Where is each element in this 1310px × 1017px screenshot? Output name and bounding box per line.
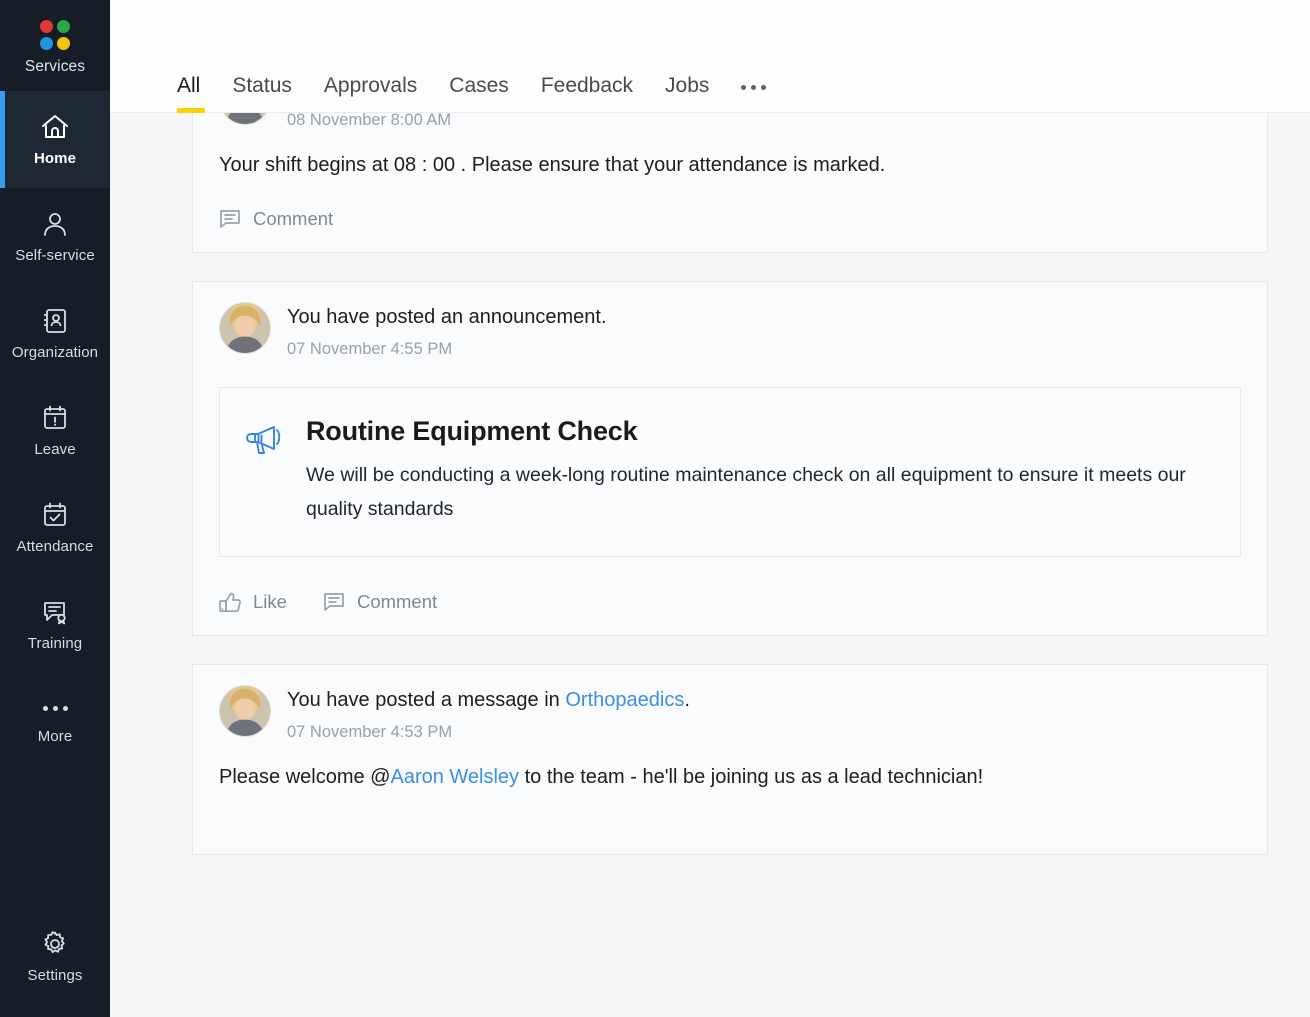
tabbar: All Status Approvals Cases Feedback Jobs bbox=[110, 0, 1310, 113]
post-header-text: You have posted an announcement. 07 Nove… bbox=[287, 302, 607, 361]
thumbs-up-icon bbox=[219, 592, 241, 613]
brand-services[interactable]: Services bbox=[0, 0, 110, 91]
like-button[interactable]: Like bbox=[219, 591, 287, 613]
sidebar-item-label: Home bbox=[34, 150, 76, 167]
sidebar-item-training[interactable]: Training bbox=[0, 576, 110, 673]
announcement-title: Routine Equipment Check bbox=[306, 416, 1210, 447]
post-header: Reminder for check-in 08 November 8:00 A… bbox=[193, 113, 1267, 136]
sidebar-item-self-service[interactable]: Self-service bbox=[0, 188, 110, 285]
tab-approvals[interactable]: Approvals bbox=[308, 75, 433, 112]
tab-feedback[interactable]: Feedback bbox=[525, 75, 649, 112]
post-actions: Comment bbox=[193, 182, 1267, 252]
avatar[interactable] bbox=[219, 302, 271, 354]
tab-cases[interactable]: Cases bbox=[433, 75, 525, 112]
comment-button[interactable]: Comment bbox=[323, 591, 437, 613]
comment-icon bbox=[219, 209, 241, 229]
post-body: Your shift begins at 08 : 00 . Please en… bbox=[193, 136, 1267, 182]
sidebar-item-more[interactable]: More bbox=[0, 673, 110, 770]
main-content: All Status Approvals Cases Feedback Jobs bbox=[110, 0, 1310, 1017]
post-timestamp: 07 November 4:53 PM bbox=[287, 721, 690, 744]
avatar[interactable] bbox=[219, 685, 271, 737]
post-timestamp: 08 November 8:00 AM bbox=[287, 113, 483, 132]
action-label: Like bbox=[253, 591, 287, 613]
tab-overflow-button[interactable] bbox=[725, 85, 782, 112]
post-actions: Like Comment bbox=[193, 565, 1267, 635]
group-link-orthopaedics[interactable]: Orthopaedics bbox=[565, 689, 684, 711]
tab-label: Jobs bbox=[665, 74, 709, 97]
feed-list: Reminder for check-in 08 November 8:00 A… bbox=[110, 113, 1310, 883]
comment-button[interactable]: Comment bbox=[219, 208, 333, 230]
ellipsis-icon bbox=[741, 85, 766, 90]
feed-scroll-region[interactable]: Reminder for check-in 08 November 8:00 A… bbox=[110, 113, 1310, 1017]
feed-post-reminder: Reminder for check-in 08 November 8:00 A… bbox=[192, 113, 1268, 253]
post-header: You have posted a message in Orthopaedic… bbox=[193, 665, 1267, 748]
sidebar-item-label: Leave bbox=[34, 441, 75, 458]
training-icon bbox=[41, 598, 69, 626]
action-label: Comment bbox=[253, 208, 333, 230]
announcement-text-block: Routine Equipment Check We will be condu… bbox=[306, 416, 1210, 526]
tab-label: Feedback bbox=[541, 74, 633, 97]
avatar[interactable] bbox=[219, 113, 271, 125]
tab-list: All Status Approvals Cases Feedback Jobs bbox=[166, 75, 782, 112]
post-title-suffix: . bbox=[684, 689, 690, 711]
post-title-prefix: You have posted a message in bbox=[287, 689, 565, 711]
post-title: You have posted a message in Orthopaedic… bbox=[287, 686, 690, 715]
ellipsis-icon bbox=[43, 699, 68, 719]
sidebar-item-attendance[interactable]: Attendance bbox=[0, 479, 110, 576]
sidebar-spacer bbox=[0, 770, 110, 897]
sidebar-item-organization[interactable]: Organization bbox=[0, 285, 110, 382]
post-header: You have posted an announcement. 07 Nove… bbox=[193, 282, 1267, 365]
sidebar-item-settings[interactable]: Settings bbox=[0, 897, 110, 1017]
brand-label: Services bbox=[25, 58, 85, 76]
tab-label: Approvals bbox=[324, 74, 417, 97]
tab-label: Status bbox=[232, 74, 292, 97]
post-header-text: You have posted a message in Orthopaedic… bbox=[287, 685, 690, 744]
app-root: Services Home Self-service bbox=[0, 0, 1310, 1017]
post-actions bbox=[193, 794, 1267, 854]
post-timestamp: 07 November 4:55 PM bbox=[287, 338, 607, 361]
sidebar: Services Home Self-service bbox=[0, 0, 110, 1017]
sidebar-item-leave[interactable]: Leave bbox=[0, 382, 110, 479]
announcement-box: Routine Equipment Check We will be condu… bbox=[219, 387, 1241, 557]
tab-all[interactable]: All bbox=[166, 75, 216, 112]
mention-aaron-welsley[interactable]: Aaron Welsley bbox=[390, 766, 519, 788]
tab-jobs[interactable]: Jobs bbox=[649, 75, 725, 112]
action-label: Comment bbox=[357, 591, 437, 613]
calendar-alert-icon bbox=[41, 404, 69, 432]
sidebar-item-label: More bbox=[38, 728, 73, 745]
home-icon bbox=[40, 113, 70, 141]
feed-post-announcement: You have posted an announcement. 07 Nove… bbox=[192, 281, 1268, 636]
sidebar-item-label: Settings bbox=[28, 967, 83, 984]
four-dots-logo-icon bbox=[40, 20, 70, 50]
calendar-check-icon bbox=[41, 501, 69, 529]
post-body-prefix: Please welcome @ bbox=[219, 766, 390, 788]
sidebar-item-home[interactable]: Home bbox=[0, 91, 110, 188]
sidebar-item-label: Attendance bbox=[17, 538, 94, 555]
sidebar-item-label: Organization bbox=[12, 344, 98, 361]
sidebar-item-label: Self-service bbox=[15, 247, 95, 264]
post-header-text: Reminder for check-in 08 November 8:00 A… bbox=[287, 113, 483, 132]
post-body: Please welcome @Aaron Welsley to the tea… bbox=[193, 748, 1267, 794]
post-body-suffix: to the team - he'll be joining us as a l… bbox=[519, 766, 983, 788]
post-title: You have posted an announcement. bbox=[287, 303, 607, 332]
announcement-body: We will be conducting a week-long routin… bbox=[306, 459, 1210, 526]
comment-icon bbox=[323, 592, 345, 612]
feed-post-message: You have posted a message in Orthopaedic… bbox=[192, 664, 1268, 855]
megaphone-icon bbox=[244, 416, 286, 463]
tab-label: Cases bbox=[449, 74, 509, 97]
address-book-icon bbox=[41, 307, 69, 335]
tab-label: All bbox=[177, 74, 200, 97]
gear-icon bbox=[41, 930, 69, 958]
user-icon bbox=[41, 210, 69, 238]
sidebar-item-label: Training bbox=[28, 635, 82, 652]
tab-status[interactable]: Status bbox=[216, 75, 308, 112]
